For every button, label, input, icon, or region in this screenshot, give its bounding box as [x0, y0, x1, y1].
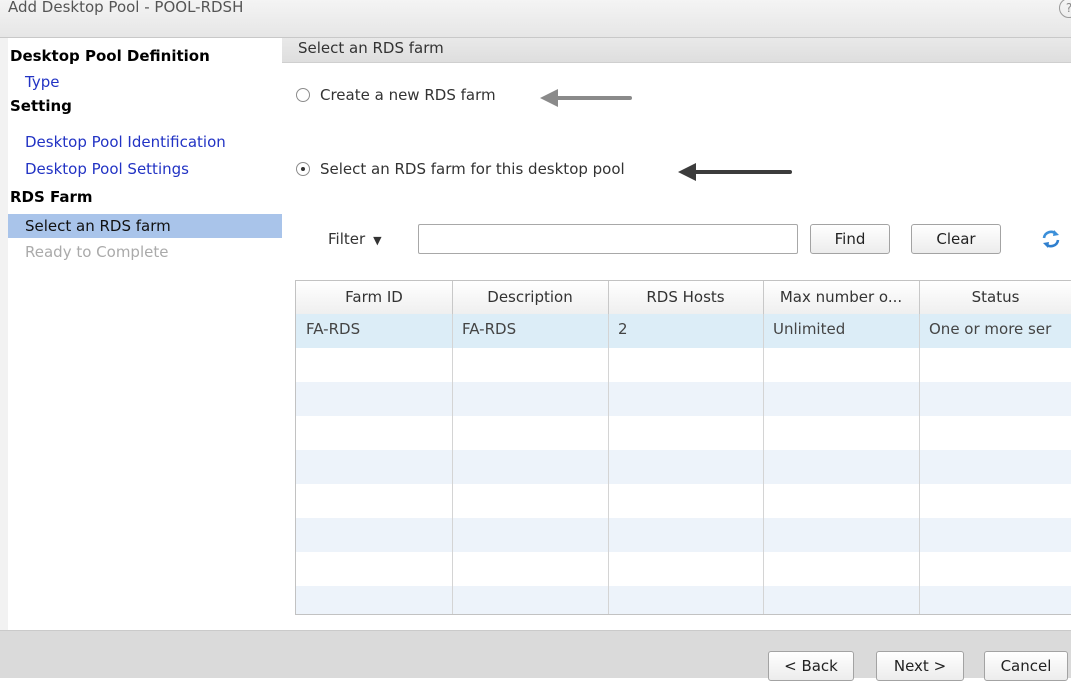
sidebar-header-rds-farm: RDS Farm [10, 188, 93, 206]
cell-description: FA-RDS [462, 320, 517, 338]
cell-farm-id: FA-RDS [306, 320, 361, 338]
sidebar-item-select-rds-farm[interactable]: Select an RDS farm [8, 214, 299, 238]
table-row[interactable]: FA-RDS FA-RDS 2 Unlimited One or more se… [296, 314, 1071, 348]
sidebar-item-settings[interactable]: Desktop Pool Settings [8, 157, 299, 181]
empty-row [296, 450, 1071, 484]
empty-row [296, 586, 1071, 614]
sidebar-header-setting: Setting [10, 97, 72, 115]
empty-row [296, 552, 1071, 586]
cell-status: One or more ser [929, 320, 1052, 338]
column-divider [919, 314, 920, 614]
clear-button[interactable]: Clear [911, 224, 1001, 254]
left-gutter [0, 38, 8, 630]
wizard-sidebar: Desktop Pool Definition Type Setting Des… [8, 38, 299, 630]
chevron-down-icon[interactable]: ▼ [373, 234, 381, 247]
column-divider [608, 314, 609, 614]
column-divider [452, 314, 453, 614]
section-title: Select an RDS farm [298, 39, 444, 57]
empty-row [296, 348, 1071, 382]
table-header: Farm ID Description RDS Hosts Max number… [296, 281, 1071, 315]
sidebar-header-definition: Desktop Pool Definition [10, 47, 210, 65]
empty-row [296, 484, 1071, 518]
empty-row [296, 382, 1071, 416]
column-divider [763, 314, 764, 614]
select-farm-option[interactable]: Select an RDS farm for this desktop pool [296, 160, 625, 178]
column-header-description[interactable]: Description [452, 281, 609, 314]
farm-table: Farm ID Description RDS Hosts Max number… [295, 280, 1071, 615]
select-farm-radio[interactable] [296, 162, 310, 176]
sidebar-item-ready-to-complete: Ready to Complete [25, 243, 169, 261]
create-farm-label[interactable]: Create a new RDS farm [320, 86, 496, 104]
sidebar-item-identification[interactable]: Desktop Pool Identification [8, 130, 299, 154]
filter-input[interactable] [418, 224, 798, 254]
cell-max-number: Unlimited [773, 320, 846, 338]
help-icon[interactable]: ? [1059, 0, 1071, 18]
empty-row [296, 416, 1071, 450]
find-button[interactable]: Find [810, 224, 890, 254]
wizard-footer: < Back Next > Cancel [0, 630, 1071, 681]
main-panel: Select an RDS farm Create a new RDS farm… [282, 38, 1071, 630]
refresh-icon[interactable] [1040, 228, 1062, 250]
filter-dropdown[interactable]: Filter ▼ [328, 230, 382, 248]
annotation-arrow-icon [678, 163, 792, 181]
section-header: Select an RDS farm [282, 38, 1071, 63]
create-farm-radio[interactable] [296, 88, 310, 102]
window-titlebar: Add Desktop Pool - POOL-RDSH ? [0, 0, 1071, 38]
cell-rds-hosts: 2 [618, 320, 628, 338]
filter-label[interactable]: Filter [328, 230, 365, 248]
column-header-max-number[interactable]: Max number o... [763, 281, 920, 314]
select-farm-label[interactable]: Select an RDS farm for this desktop pool [320, 160, 625, 178]
window-title: Add Desktop Pool - POOL-RDSH [8, 0, 244, 16]
column-header-rds-hosts[interactable]: RDS Hosts [608, 281, 764, 314]
annotation-arrow-icon [540, 89, 632, 107]
column-header-status[interactable]: Status [919, 281, 1071, 314]
create-farm-option[interactable]: Create a new RDS farm [296, 86, 496, 104]
column-header-farm-id[interactable]: Farm ID [296, 281, 453, 314]
sidebar-item-type[interactable]: Type [8, 70, 299, 94]
empty-row [296, 518, 1071, 552]
